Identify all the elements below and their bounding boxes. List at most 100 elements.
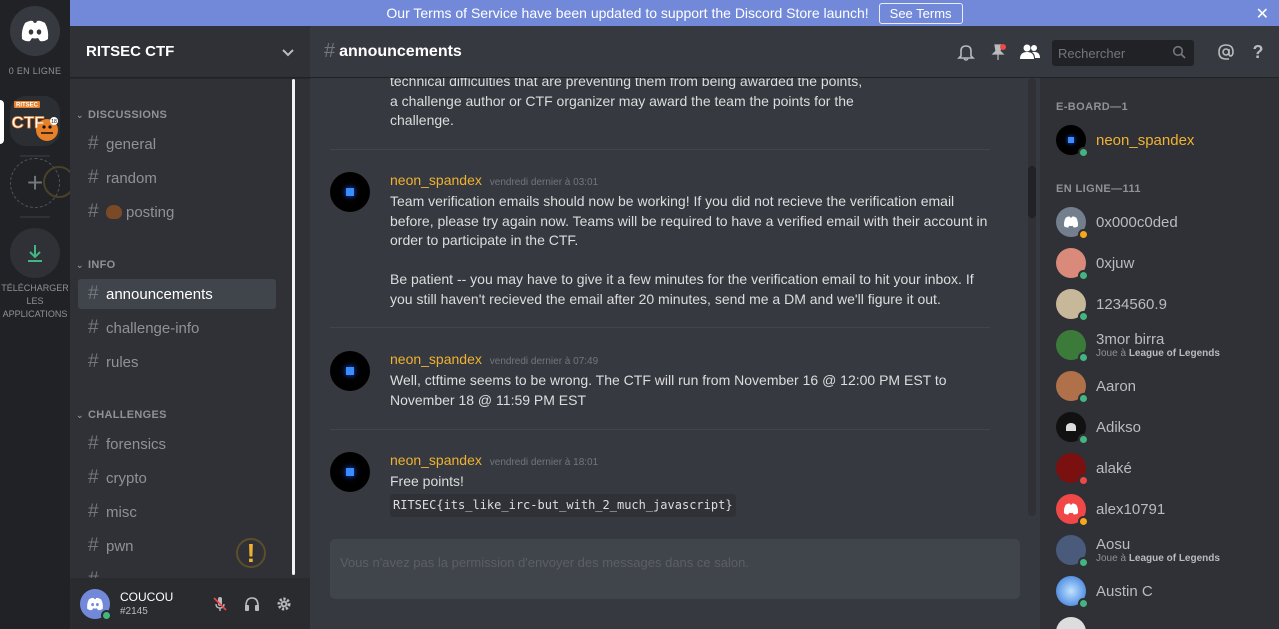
channel-rules[interactable]: # rules [78,347,276,377]
channel-misc[interactable]: # misc [78,497,276,527]
avatar[interactable] [330,351,370,391]
search-placeholder: Rechercher [1058,45,1126,61]
notification-bell-button[interactable] [950,40,982,64]
member-name: 3mor birra [1096,331,1165,348]
message-header: neon_spandex vendredi dernier à 03:01 [390,172,598,188]
discord-home-button[interactable] [10,6,60,56]
member-item[interactable]: 0xjuw [1056,246,1266,281]
deafen-button[interactable] [236,588,268,620]
user-info[interactable]: COUCOU #2145 [120,590,204,617]
category-discussions[interactable]: ⌄ DISCUSSIONS [76,109,167,121]
member-item[interactable]: alaké [1056,451,1266,486]
message-scrollbar-track[interactable] [1028,78,1036,516]
status-online-icon [1078,598,1089,609]
header-actions [950,40,1046,64]
member-item[interactable]: neon_spandex [1056,123,1266,158]
member-item[interactable]: Austin C [1056,574,1266,609]
plus-icon: + [26,167,44,198]
status-online-icon [1078,557,1089,568]
avatar [1056,535,1089,568]
chevron-down-icon: ⌄ [76,410,84,420]
member-activity: Joue à League of Legends [1096,553,1220,564]
message-author[interactable]: neon_spandex [390,351,482,367]
channel-general[interactable]: # general [78,129,276,159]
bell-icon [957,45,975,61]
channel-challenge-info[interactable]: # challenge-info [78,313,276,343]
channel-random[interactable]: # random [78,163,276,193]
server-icon-year: 18 [51,119,57,125]
member-group-online: EN LIGNE—111 [1056,183,1141,195]
avatar[interactable] [330,452,370,492]
channel-title: announcements [339,42,462,60]
channel-scrollbar[interactable] [292,79,295,575]
hash-icon: # [324,40,336,62]
category-info[interactable]: ⌄ INFO [76,259,115,271]
rail-separator [20,155,50,157]
member-item[interactable]: alex10791 [1056,492,1266,527]
avatar [1056,576,1089,609]
mute-mic-button[interactable] [204,588,236,620]
avatar [1056,125,1089,158]
user-settings-button[interactable] [268,588,300,620]
member-item-partial[interactable] [1056,615,1266,629]
message-content: Free points! RITSEC{its_like_irc-but_wit… [390,472,1000,517]
poop-emoji-icon [106,205,122,219]
member-name: 0xjuw [1096,254,1135,272]
hash-icon: # [88,317,99,338]
notice-bar: Our Terms of Service have been updated t… [70,0,1279,26]
server-icon-text: CTF [11,113,44,132]
member-item[interactable]: 1234560.9 [1056,287,1266,322]
download-apps-button[interactable] [10,228,60,278]
mentions-button[interactable] [1210,40,1242,64]
avatar [1056,412,1089,445]
close-icon[interactable]: ✕ [1256,4,1269,24]
server-ritsec-ctf[interactable]: RITSEC CTF 18 [10,96,60,146]
channel-announcements[interactable]: # announcements [78,279,276,309]
channel-forensics[interactable]: # forensics [78,429,276,459]
avatar[interactable] [330,172,370,212]
hash-icon: # [88,535,99,556]
hash-icon: # [88,283,99,304]
channel-posting[interactable]: # posting [78,197,276,227]
member-list-toggle-button[interactable] [1014,40,1046,64]
category-challenges[interactable]: ⌄ CHALLENGES [76,409,167,421]
pinned-messages-button[interactable] [982,40,1014,64]
user-panel: COUCOU #2145 [70,578,310,629]
message-scrollbar-thumb[interactable] [1028,166,1036,218]
message-author[interactable]: neon_spandex [390,172,482,188]
headphones-icon [245,596,259,611]
mic-muted-icon [213,596,227,611]
channel-crypto[interactable]: # crypto [78,463,276,493]
server-rail: 0 EN LIGNE RITSEC CTF 18 + TÉLÉCHARGER L… [0,0,75,629]
hash-icon: # [88,501,99,522]
pin-icon [991,44,1006,60]
guild-header[interactable]: RITSEC CTF [70,26,310,78]
help-button[interactable]: ? [1242,40,1274,64]
hash-icon: # [88,133,99,154]
avatar [1056,494,1089,527]
search-input[interactable]: Rechercher [1052,40,1194,66]
message-content: Well, ctftime seems to be wrong. The CTF… [390,372,947,408]
chevron-down-icon: ⌄ [76,260,84,270]
avatar [1056,371,1089,404]
member-name: Aaron [1096,377,1137,395]
member-item[interactable]: 0x000c0ded [1056,205,1266,240]
message-header: neon_spandex vendredi dernier à 07:49 [390,351,598,367]
avatar[interactable] [80,588,112,621]
status-online-icon [1078,311,1089,322]
member-item[interactable]: 3mor birra Joue à League of Legends [1056,328,1266,363]
status-idle-icon [1078,229,1089,240]
member-name: alex10791 [1096,500,1166,518]
hash-icon: # [88,167,99,188]
member-activity: Joue à League of Legends [1096,348,1220,359]
status-online-icon [1078,147,1089,158]
alert-icon[interactable]: ! [236,538,266,568]
message-author[interactable]: neon_spandex [390,452,482,468]
see-terms-button[interactable]: See Terms [878,2,963,24]
member-item[interactable]: Aaron [1056,369,1266,404]
avatar [1056,453,1089,486]
member-item[interactable]: Aosu Joue à League of Legends [1056,533,1266,568]
help-icon: ? [1252,41,1264,62]
download-apps-label: TÉLÉCHARGER LES APPLICATIONS [1,283,69,319]
member-item[interactable]: Adikso [1056,410,1266,445]
